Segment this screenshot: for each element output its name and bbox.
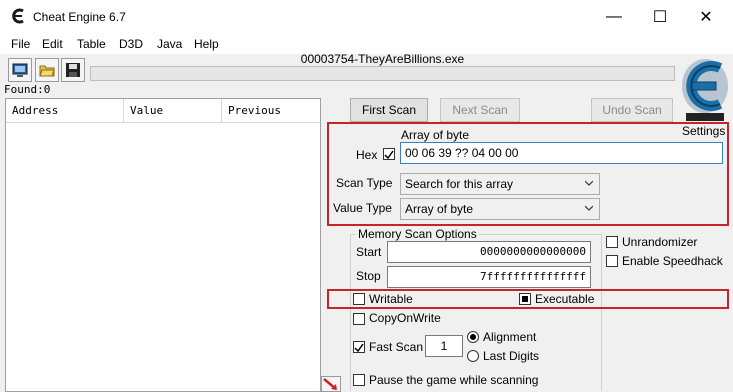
scan-type-select[interactable]: Search for this array	[400, 173, 600, 195]
value-input[interactable]: 00 06 39 ?? 04 00 00	[400, 142, 723, 164]
folder-open-icon	[39, 65, 55, 77]
fastscan-label: Fast Scan	[369, 340, 424, 354]
checkmark-icon	[384, 150, 394, 160]
window-title: Cheat Engine 6.7	[33, 10, 126, 24]
executable-label: Executable	[535, 292, 595, 306]
alignment-label: Alignment	[483, 330, 537, 344]
value-type-value: Array of byte	[405, 202, 474, 216]
indeterminate-mark-icon	[522, 296, 528, 302]
found-count: Found:0	[4, 83, 51, 96]
unrandomizer-checkbox[interactable]	[606, 236, 618, 248]
copyonwrite-label: CopyOnWrite	[369, 311, 441, 325]
column-address[interactable]: Address	[6, 99, 124, 123]
fastscan-value-input[interactable]: 1	[425, 335, 463, 357]
cheat-engine-app-icon	[12, 8, 24, 24]
undo-scan-button[interactable]: Undo Scan	[591, 98, 673, 122]
copyonwrite-checkbox[interactable]	[353, 313, 365, 325]
start-address-input[interactable]: 0000000000000000	[387, 241, 591, 263]
minimize-button[interactable]: —	[592, 0, 636, 34]
address-list[interactable]: Address Value Previous	[5, 98, 321, 392]
floppy-disk-icon	[66, 63, 80, 77]
menu-bar	[0, 34, 733, 54]
speedhack-checkbox[interactable]	[606, 255, 618, 267]
scan-type-value: Search for this array	[405, 177, 514, 191]
close-button[interactable]: ✕	[684, 0, 728, 34]
next-scan-button[interactable]: Next Scan	[440, 98, 520, 122]
red-arrow-icon	[323, 378, 337, 390]
unrandomizer-label: Unrandomizer	[622, 235, 698, 249]
open-file-button[interactable]	[35, 58, 59, 82]
writable-label: Writable	[369, 292, 413, 306]
chevron-down-icon	[585, 205, 593, 211]
fastscan-checkbox[interactable]	[353, 341, 365, 353]
maximize-button[interactable]: ☐	[638, 0, 682, 34]
process-name: 00003754-TheyAreBillions.exe	[300, 52, 465, 66]
menu-java[interactable]: Java	[157, 37, 182, 51]
speedhack-label: Enable Speedhack	[622, 254, 723, 268]
column-previous[interactable]: Previous	[222, 99, 320, 123]
menu-d3d[interactable]: D3D	[119, 37, 143, 51]
value-type-caption: Array of byte	[401, 128, 470, 142]
scan-progress-bar	[90, 66, 675, 81]
first-scan-button[interactable]: First Scan	[350, 98, 428, 122]
menu-edit[interactable]: Edit	[42, 37, 63, 51]
hex-checkbox[interactable]	[383, 148, 395, 160]
memory-scan-options-label: Memory Scan Options	[356, 227, 479, 241]
last-digits-label: Last Digits	[483, 349, 540, 363]
pause-game-checkbox[interactable]	[353, 374, 365, 386]
open-process-button[interactable]	[8, 58, 32, 82]
cheat-engine-logo[interactable]	[680, 56, 730, 122]
start-label: Start	[356, 245, 382, 259]
checkmark-icon	[354, 343, 364, 353]
value-type-select[interactable]: Array of byte	[400, 198, 600, 220]
last-digits-radio[interactable]	[467, 350, 479, 362]
executable-checkbox[interactable]	[519, 293, 531, 305]
value-type-label: Value Type	[333, 201, 392, 215]
save-button[interactable]	[61, 58, 85, 82]
alignment-radio[interactable]	[467, 331, 479, 343]
writable-checkbox[interactable]	[353, 293, 365, 305]
pause-game-label: Pause the game while scanning	[369, 373, 539, 387]
chevron-down-icon	[585, 180, 593, 186]
menu-help[interactable]: Help	[194, 37, 219, 51]
menu-table[interactable]: Table	[77, 37, 106, 51]
stop-address-input[interactable]: 7fffffffffffffff	[387, 266, 591, 288]
menu-file[interactable]: File	[11, 37, 30, 51]
stop-label: Stop	[356, 269, 381, 283]
computer-icon	[12, 63, 28, 77]
radio-selected-dot	[470, 334, 476, 340]
column-value[interactable]: Value	[124, 99, 222, 123]
scan-type-label: Scan Type	[336, 176, 393, 190]
hex-label: Hex	[356, 148, 378, 162]
